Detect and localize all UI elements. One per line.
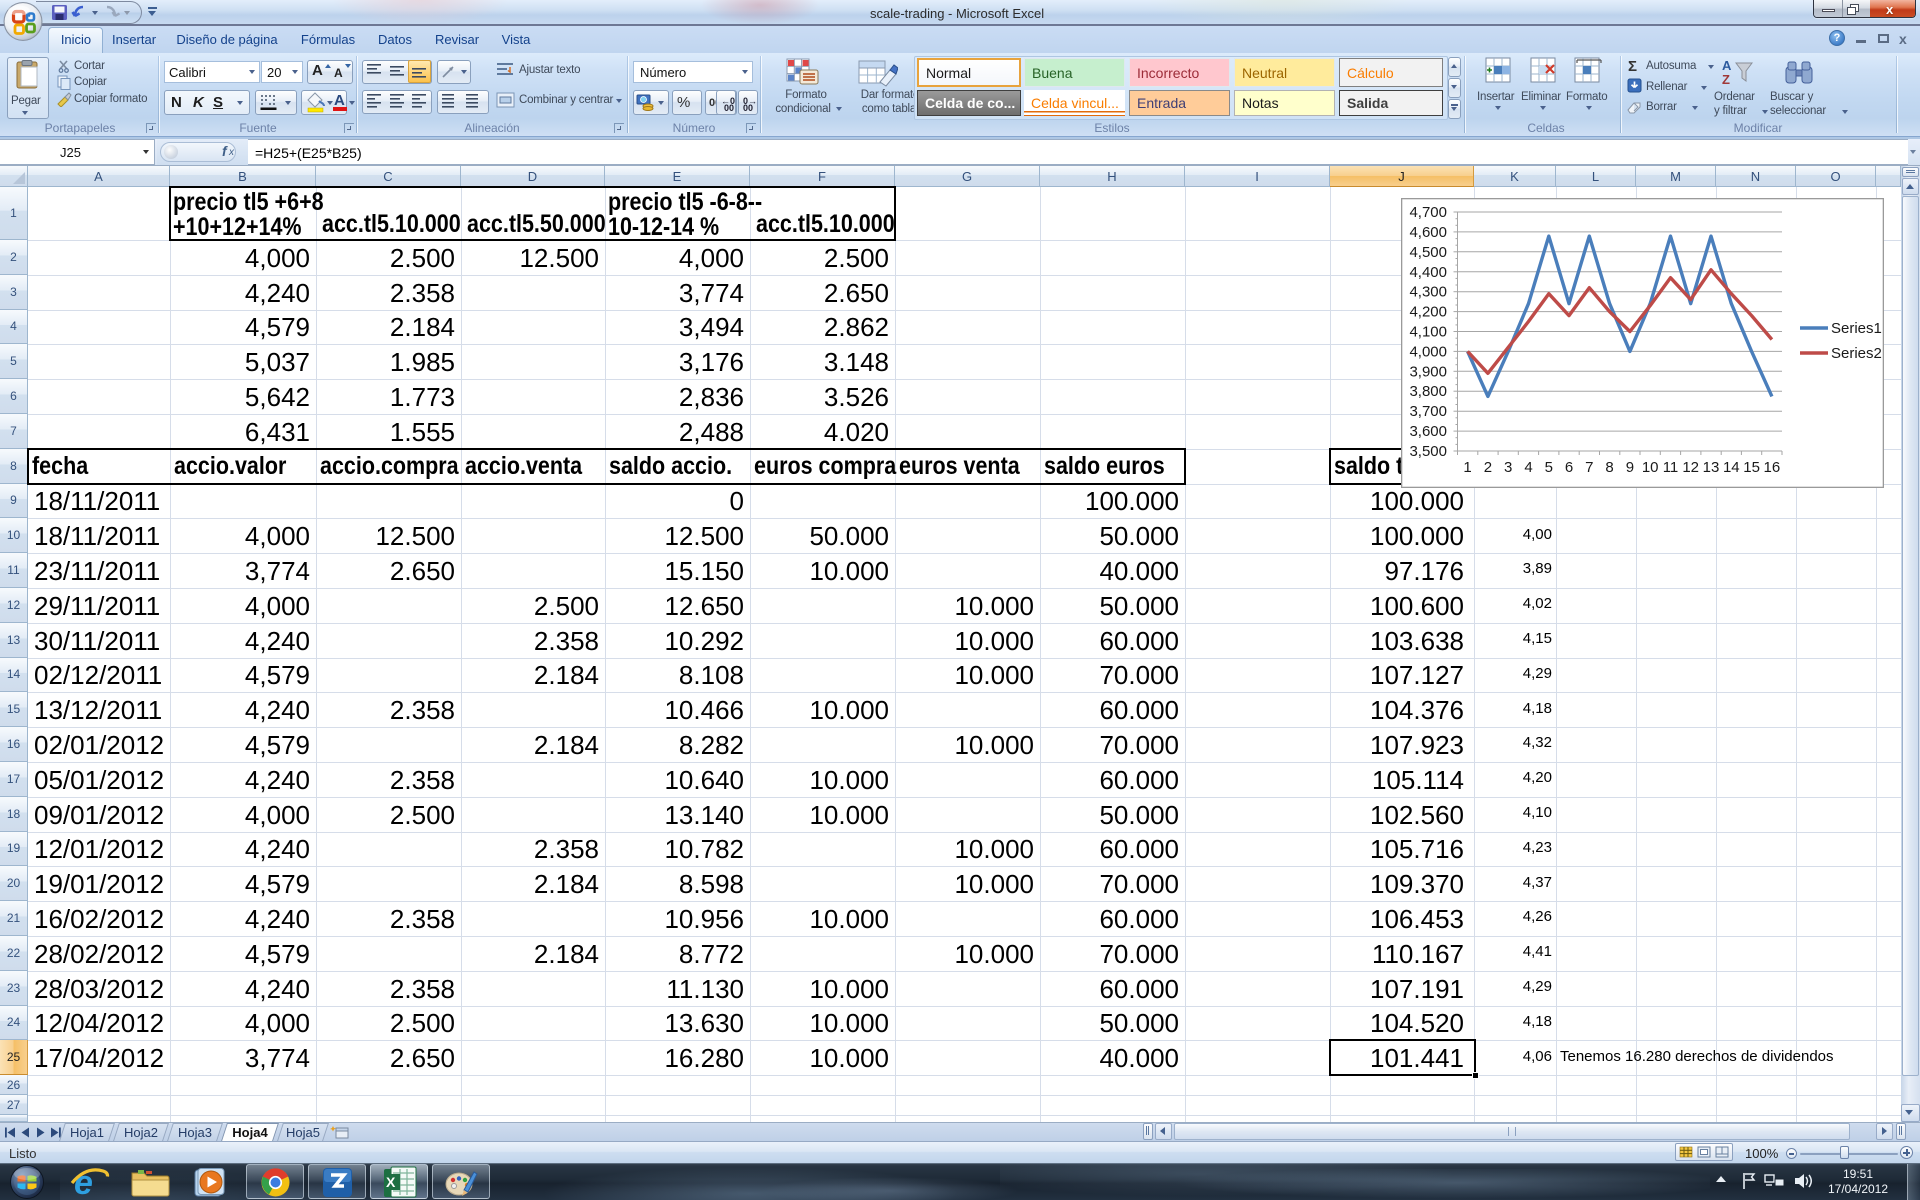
svg-text:3,900: 3,900	[1409, 363, 1447, 380]
svg-text:4,300: 4,300	[1409, 284, 1447, 301]
svg-text:12: 12	[1682, 459, 1699, 476]
svg-text:4,500: 4,500	[1409, 244, 1447, 261]
svg-text:A: A	[1722, 58, 1732, 73]
svg-text:Series1: Series1	[1831, 320, 1882, 337]
svg-text:3,800: 3,800	[1409, 383, 1447, 400]
svg-text:X: X	[386, 1174, 396, 1190]
svg-text:7: 7	[1585, 459, 1593, 476]
svg-text:8: 8	[1605, 459, 1613, 476]
svg-text:13: 13	[1703, 459, 1720, 476]
svg-text:4,400: 4,400	[1409, 264, 1447, 281]
svg-text:Series2: Series2	[1831, 345, 1882, 362]
svg-text:9: 9	[1626, 459, 1634, 476]
svg-text:11: 11	[1663, 459, 1679, 476]
svg-text:4,100: 4,100	[1409, 324, 1447, 341]
svg-text:4,600: 4,600	[1409, 224, 1447, 241]
svg-text:4: 4	[1524, 459, 1532, 476]
svg-text:16: 16	[1764, 459, 1781, 476]
svg-text:4,000: 4,000	[1409, 343, 1447, 360]
svg-text:2: 2	[1484, 459, 1492, 476]
svg-text:3,500: 3,500	[1409, 443, 1447, 460]
svg-text:15: 15	[1743, 459, 1760, 476]
svg-text:6: 6	[1565, 459, 1573, 476]
svg-text:5: 5	[1545, 459, 1553, 476]
svg-text:3: 3	[1504, 459, 1512, 476]
svg-text:3,600: 3,600	[1409, 423, 1447, 440]
svg-text:4,700: 4,700	[1409, 204, 1447, 221]
svg-text:4,200: 4,200	[1409, 304, 1447, 321]
svg-text:1: 1	[1463, 459, 1471, 476]
svg-text:14: 14	[1723, 459, 1740, 476]
svg-text:3,700: 3,700	[1409, 403, 1447, 420]
svg-text:Z: Z	[1722, 72, 1730, 87]
svg-text:10: 10	[1642, 459, 1659, 476]
